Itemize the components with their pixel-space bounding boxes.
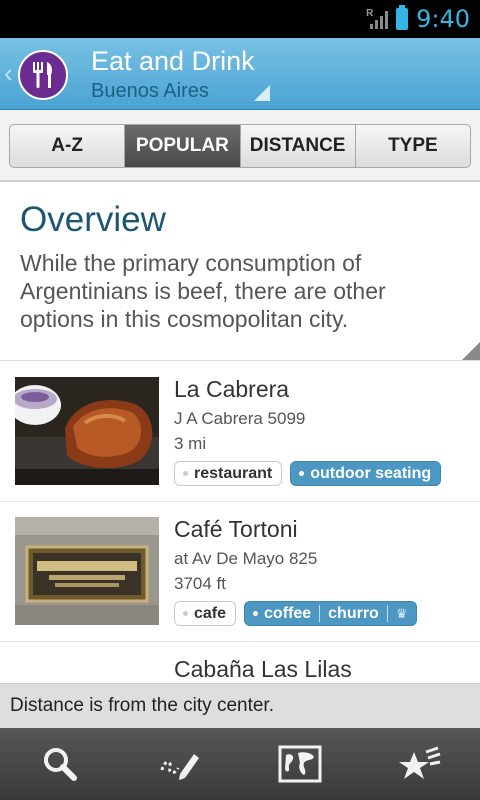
action-bar: ‹ Eat and Drink Buenos Aires xyxy=(0,38,480,110)
status-icons: R 9:40 xyxy=(366,0,470,38)
place-distance: 3704 ft xyxy=(174,574,226,593)
place-tags: restaurant outdoor seating xyxy=(174,461,442,486)
overview-title: Overview xyxy=(20,200,166,239)
tab-distance[interactable]: DISTANCE xyxy=(241,125,356,167)
dropdown-corner-icon[interactable] xyxy=(254,85,270,101)
fork-knife-icon[interactable] xyxy=(18,50,68,100)
place-address: at Av De Mayo 825 xyxy=(174,549,318,568)
tag-restaurant[interactable]: restaurant xyxy=(174,461,283,486)
overview-section[interactable]: Overview While the primary consumption o… xyxy=(0,184,480,361)
tag-dot-icon xyxy=(183,471,188,476)
status-bar: R 9:40 xyxy=(0,0,480,38)
list-item[interactable]: Cabaña Las Lilas xyxy=(0,642,480,682)
place-tags: cafe coffee churro ♛ xyxy=(174,601,418,626)
tag-cafe[interactable]: cafe xyxy=(174,601,237,626)
map-icon[interactable] xyxy=(240,728,360,800)
overview-text: While the primary consumption of Argenti… xyxy=(20,250,386,332)
tag-label: churro xyxy=(328,604,379,622)
sort-tab-bar: A-Z POPULAR DISTANCE TYPE xyxy=(0,110,480,182)
tag-dot-icon xyxy=(183,611,188,616)
edit-icon[interactable] xyxy=(120,728,240,800)
distance-note: Distance is from the city center. xyxy=(0,683,480,728)
tag-label: cafe xyxy=(194,604,227,622)
tag-label: restaurant xyxy=(194,464,273,482)
place-name: La Cabrera xyxy=(174,376,290,402)
search-icon[interactable] xyxy=(0,728,120,800)
bottom-nav xyxy=(0,728,480,800)
battery-icon xyxy=(396,5,409,30)
tag-coffee-churro[interactable]: coffee churro ♛ xyxy=(244,601,418,626)
signal-icon: R xyxy=(366,8,389,30)
crown-icon: ♛ xyxy=(395,605,408,621)
tab-popular[interactable]: POPULAR xyxy=(125,125,241,167)
tab-type[interactable]: TYPE xyxy=(356,125,470,167)
page-title: Eat and Drink xyxy=(91,46,255,76)
clock: 9:40 xyxy=(416,5,470,33)
place-distance: 3 mi xyxy=(174,434,207,453)
place-name: Cabaña Las Lilas xyxy=(174,656,352,682)
list-item[interactable]: La Cabrera J A Cabrera 5099 3 mi restaur… xyxy=(0,362,480,502)
place-address: J A Cabrera 5099 xyxy=(174,409,306,428)
tag-outdoor-seating[interactable]: outdoor seating xyxy=(290,461,442,486)
tag-separator xyxy=(386,605,388,622)
tag-label: coffee xyxy=(264,604,312,622)
place-name: Café Tortoni xyxy=(174,516,298,542)
sort-tabs: A-Z POPULAR DISTANCE TYPE xyxy=(9,124,471,168)
place-photo xyxy=(15,377,159,485)
tag-dot-icon xyxy=(299,471,305,476)
favorites-icon[interactable] xyxy=(360,728,480,800)
tab-a-z[interactable]: A-Z xyxy=(10,125,126,167)
tag-label: outdoor seating xyxy=(310,464,432,482)
tag-separator xyxy=(319,605,321,622)
city-selector[interactable]: Buenos Aires xyxy=(91,80,209,103)
tag-dot-icon xyxy=(253,611,259,616)
place-photo xyxy=(15,517,159,625)
chevron-left-icon[interactable]: ‹ xyxy=(4,58,13,89)
places-list: La Cabrera J A Cabrera 5099 3 mi restaur… xyxy=(0,362,480,682)
list-item[interactable]: Café Tortoni at Av De Mayo 825 3704 ft c… xyxy=(0,502,480,642)
expand-corner-icon[interactable] xyxy=(462,342,480,360)
